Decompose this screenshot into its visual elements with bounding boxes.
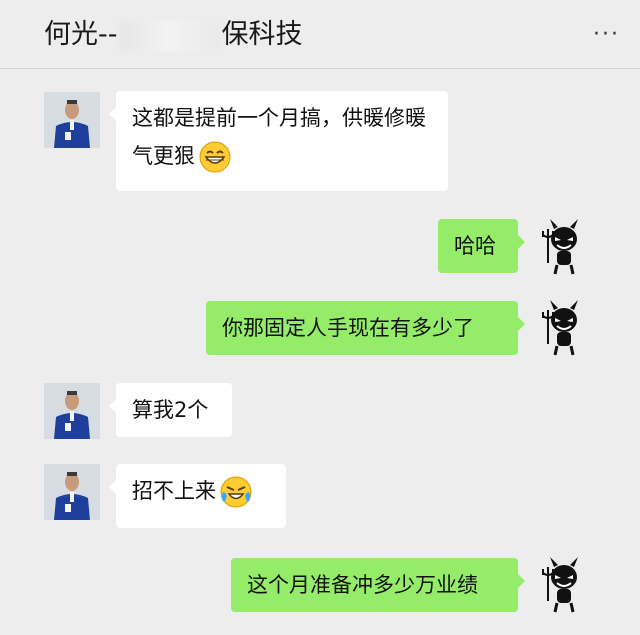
redacted-blur	[119, 20, 220, 51]
chat-title-prefix: 何光--	[44, 19, 118, 50]
grinning-face-icon	[199, 141, 231, 173]
contact-avatar[interactable]	[44, 92, 100, 148]
message-text: 你那固定人手现在有多少了	[222, 316, 474, 340]
message-bubble-outgoing[interactable]: 哈哈	[438, 219, 525, 273]
message-bubble-outgoing[interactable]: 这个月准备冲多少万业绩	[231, 558, 525, 612]
message-bubble-outgoing[interactable]: 你那固定人手现在有多少了	[206, 301, 525, 355]
message-text: 这都是提前一个月搞，供暖修暖气更狠	[132, 106, 426, 168]
contact-avatar[interactable]	[44, 383, 100, 439]
message-bubble-incoming[interactable]: 算我2个	[109, 383, 232, 437]
message-bubble-incoming[interactable]: 招不上来	[109, 464, 286, 528]
message-text: 哈哈	[454, 234, 496, 258]
message-text: 算我2个	[132, 398, 209, 422]
chat-title: 何光-- 保科技	[44, 12, 303, 51]
message-bubble-incoming[interactable]: 这都是提前一个月搞，供暖修暖气更狠	[109, 91, 448, 191]
chat-header: 何光-- 保科技 ···	[0, 0, 640, 69]
devil-avatar-icon[interactable]	[540, 557, 588, 615]
chat-title-suffix: 保科技	[221, 19, 303, 50]
loudly-crying-laughing-face-icon	[220, 476, 252, 508]
contact-avatar[interactable]	[44, 464, 100, 520]
devil-avatar-icon[interactable]	[540, 300, 588, 358]
more-options-icon[interactable]: ···	[593, 22, 620, 47]
message-text: 招不上来	[132, 479, 216, 503]
devil-avatar-icon[interactable]	[540, 219, 588, 277]
message-text: 这个月准备冲多少万业绩	[247, 573, 478, 597]
